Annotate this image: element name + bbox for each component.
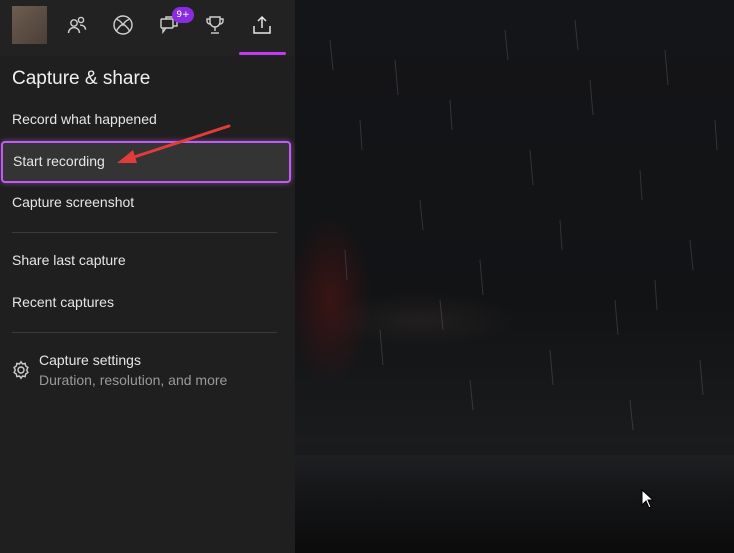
menu-item-label: Recent captures bbox=[12, 294, 114, 310]
menu-item-label: Capture screenshot bbox=[12, 194, 135, 210]
divider bbox=[12, 232, 277, 233]
share-upload-icon[interactable] bbox=[247, 10, 277, 40]
active-tab-indicator bbox=[239, 52, 286, 55]
trophy-icon[interactable] bbox=[200, 10, 230, 40]
people-icon[interactable] bbox=[62, 10, 92, 40]
panel-title: Capture & share bbox=[12, 68, 151, 89]
capture-share-panel: 9+ Capture & share Record what happened … bbox=[0, 0, 295, 553]
mouse-cursor-icon bbox=[641, 489, 655, 509]
notification-badge: 9+ bbox=[172, 7, 194, 23]
widget-toolbar: 9+ bbox=[0, 0, 295, 56]
menu-item-label: Start recording bbox=[13, 153, 105, 169]
xbox-icon[interactable] bbox=[108, 10, 138, 40]
settings-title: Capture settings bbox=[39, 352, 141, 368]
record-what-happened-item[interactable]: Record what happened bbox=[0, 100, 295, 140]
capture-settings-item[interactable]: Capture settings Duration, resolution, a… bbox=[0, 348, 295, 396]
menu-item-label: Share last capture bbox=[12, 252, 126, 268]
divider bbox=[12, 332, 277, 333]
recent-captures-item[interactable]: Recent captures bbox=[0, 283, 295, 323]
ground bbox=[295, 455, 734, 553]
share-last-capture-item[interactable]: Share last capture bbox=[0, 241, 295, 281]
capture-screenshot-item[interactable]: Capture screenshot bbox=[0, 183, 295, 223]
avatar[interactable] bbox=[12, 6, 47, 44]
gear-icon bbox=[11, 360, 31, 384]
menu-item-label: Record what happened bbox=[12, 111, 157, 127]
settings-subtitle: Duration, resolution, and more bbox=[39, 372, 228, 388]
start-recording-item[interactable]: Start recording bbox=[1, 141, 291, 183]
